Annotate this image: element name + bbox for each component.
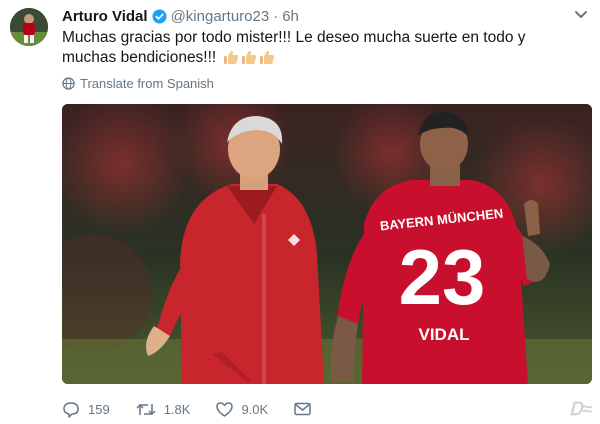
jersey-name: VIDAL xyxy=(419,325,470,344)
translate-link[interactable]: Translate from Spanish xyxy=(62,76,214,91)
retweet-icon xyxy=(136,403,156,415)
like-button[interactable]: 9.0K xyxy=(216,402,268,417)
author-handle[interactable]: @kingarturo23 xyxy=(171,8,270,25)
tweet-photo[interactable]: BAYERN MÜNCHEN 23 VIDAL xyxy=(62,104,592,384)
jersey-number: 23 xyxy=(399,233,486,321)
watermark-logo: Ꭰ≈ xyxy=(569,399,592,419)
thumbs-up-icon xyxy=(223,50,238,64)
retweet-button[interactable]: 1.8K xyxy=(136,401,191,417)
thumbs-up-icon xyxy=(241,50,256,64)
header-separator: · xyxy=(273,7,279,25)
reply-count: 159 xyxy=(88,401,110,417)
chevron-down-icon[interactable] xyxy=(574,10,588,20)
tweet-header: Arturo Vidal @kingarturo23 · 6h xyxy=(62,6,299,26)
tweet-timestamp[interactable]: 6h xyxy=(282,8,299,25)
envelope-icon xyxy=(294,402,311,416)
like-count: 9.0K xyxy=(241,401,269,417)
verified-badge-icon xyxy=(152,8,167,24)
tweet-text: Muchas gracias por todo mister!!! Le des… xyxy=(62,28,582,68)
reply-icon xyxy=(63,401,79,418)
emoji-group xyxy=(223,49,275,65)
author-name[interactable]: Arturo Vidal xyxy=(62,8,148,25)
globe-icon xyxy=(62,77,75,90)
tweet-card: Arturo Vidal @kingarturo23 · 6h Muchas g… xyxy=(0,0,600,424)
translate-label: Translate from Spanish xyxy=(80,76,214,91)
reply-button[interactable]: 159 xyxy=(62,401,110,418)
heart-icon xyxy=(216,401,234,417)
direct-message-button[interactable] xyxy=(294,402,319,416)
avatar[interactable] xyxy=(10,8,48,46)
retweet-count: 1.8K xyxy=(163,401,191,417)
tweet-text-body: Muchas gracias por todo mister!!! Le des… xyxy=(62,29,526,66)
thumbs-up-icon xyxy=(259,50,274,64)
tweet-actions: 159 1.8K 9.0K xyxy=(62,398,345,420)
